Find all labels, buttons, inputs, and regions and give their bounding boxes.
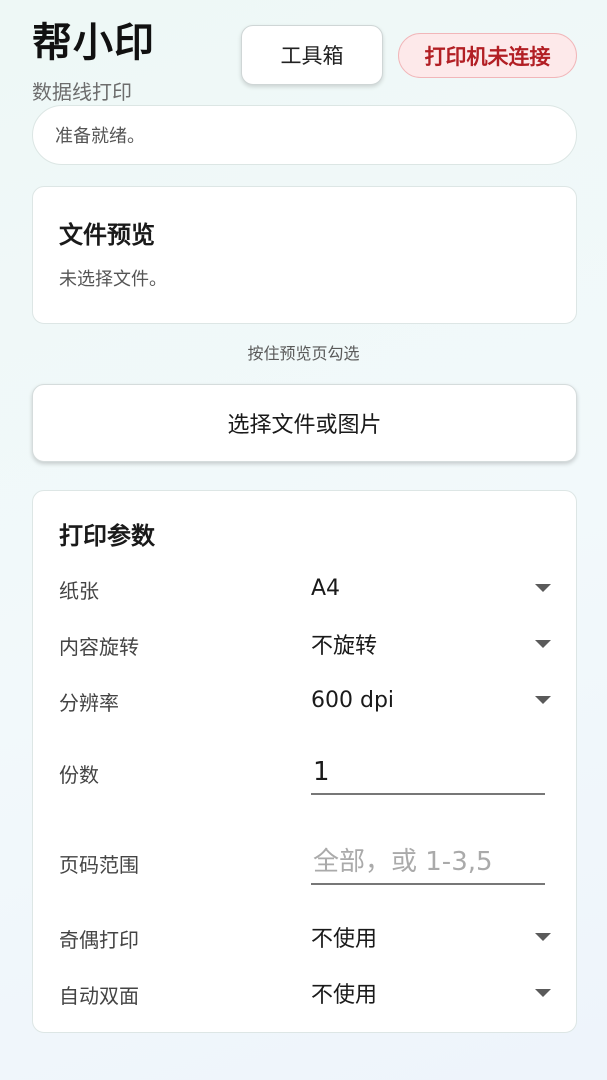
odd-even-label: 奇偶打印 [59,928,139,952]
rotation-select[interactable]: 不旋转 [311,624,551,664]
dropdown-arrow-icon [535,640,551,648]
status-bar: 准备就绪。 [32,105,577,165]
params-title: 打印参数 [59,522,155,550]
resolution-select[interactable]: 600 dpi [311,680,551,720]
app-title: 帮小印 [32,20,155,66]
preview-card: 文件预览 未选择文件。 [32,186,577,324]
copies-label: 份数 [59,763,99,787]
dropdown-arrow-icon [535,696,551,704]
resolution-label: 分辨率 [59,691,119,715]
duplex-label: 自动双面 [59,984,139,1008]
duplex-value: 不使用 [311,983,378,1008]
rotation-value: 不旋转 [311,634,378,659]
paper-label: 纸张 [59,579,99,603]
select-file-button[interactable]: 选择文件或图片 [32,384,577,462]
dropdown-arrow-icon [535,933,551,941]
preview-empty-text: 未选择文件。 [59,269,167,290]
rotation-label: 内容旋转 [59,635,139,659]
preview-hint: 按住预览页勾选 [247,344,360,363]
status-message: 准备就绪。 [55,126,145,147]
page-range-label: 页码范围 [59,853,139,877]
dropdown-arrow-icon [535,584,551,592]
dropdown-arrow-icon [535,989,551,997]
resolution-value: 600 dpi [311,687,395,713]
printer-status-badge[interactable]: 打印机未连接 [398,33,577,78]
app-subtitle: 数据线打印 [32,80,132,104]
odd-even-select[interactable]: 不使用 [311,917,551,957]
paper-value: A4 [311,575,341,601]
copies-input[interactable] [311,751,545,795]
page-range-input[interactable] [311,841,545,885]
duplex-select[interactable]: 不使用 [311,973,551,1013]
toolbox-button[interactable]: 工具箱 [241,25,383,85]
odd-even-value: 不使用 [311,927,378,952]
print-params-card: 打印参数 纸张 A4 内容旋转 不旋转 分辨率 600 dpi 份数 页码范围 … [32,490,577,1033]
paper-select[interactable]: A4 [311,568,551,608]
preview-title: 文件预览 [59,221,155,249]
